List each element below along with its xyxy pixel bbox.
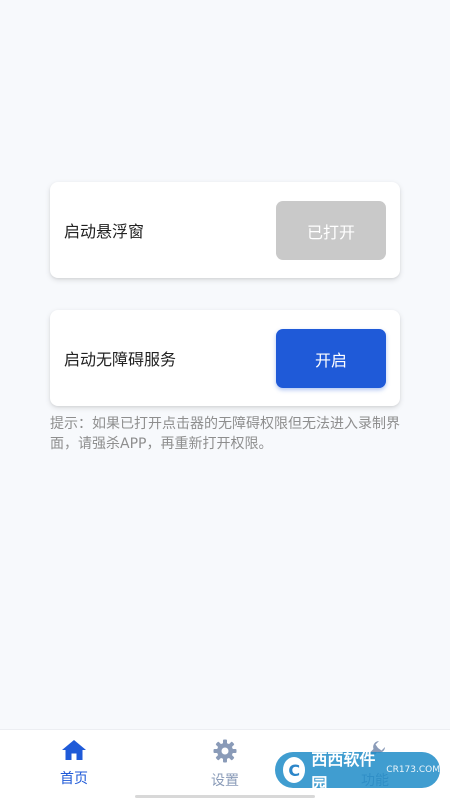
home-indicator <box>135 795 315 798</box>
nav-home[interactable]: 首页 <box>44 738 104 788</box>
watermark: C 西西软件园 CR173.COM <box>275 750 440 793</box>
watermark-text: 西西软件园 <box>311 750 376 793</box>
hint-text: 提示：如果已打开点击器的无障碍权限但无法进入录制界面，请强杀APP，再重新打开权… <box>50 416 400 452</box>
floating-window-card: 启动悬浮窗 已打开 <box>50 182 400 278</box>
accessibility-service-label: 启动无障碍服务 <box>64 350 177 369</box>
floating-window-button[interactable]: 已打开 <box>276 201 386 260</box>
accessibility-enable-button[interactable]: 开启 <box>276 329 386 388</box>
watermark-logo-icon: C <box>283 757 306 783</box>
home-icon <box>62 740 86 760</box>
nav-settings-label: 设置 <box>211 773 239 789</box>
watermark-subtext: CR173.COM <box>386 765 440 775</box>
nav-settings[interactable]: 设置 <box>195 738 255 790</box>
nav-home-label: 首页 <box>60 771 88 787</box>
gear-icon <box>213 739 237 763</box>
accessibility-service-card: 启动无障碍服务 开启 <box>50 310 400 406</box>
floating-window-label: 启动悬浮窗 <box>64 222 145 241</box>
